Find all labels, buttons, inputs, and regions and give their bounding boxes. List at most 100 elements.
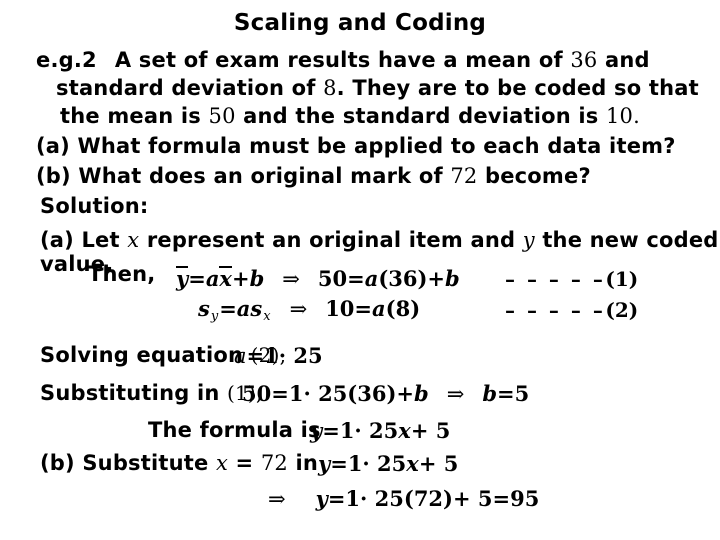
part-b-value-72: 72 [260,451,288,475]
formula-plus-constant: + 5 [410,418,451,443]
eq2-s-y: sy [198,296,219,325]
problem-line3-period: . [633,104,641,128]
formula-expression: y=1· 25x+ 5 [310,420,450,442]
eq1-implies-arrow: ⇒ [282,267,300,291]
eq2-equals: = [219,296,237,321]
part-b-solution-line: (b) Substitute x = 72 in [40,453,318,474]
solution-heading-text: Solution: [40,194,149,218]
part-b-formula-y: y [318,451,331,476]
final-y: y [315,486,328,511]
eq2-s-symbol: s [198,296,210,321]
substituting-equation: 50=1· 25(36)+b ⇒ b=5 [242,383,529,405]
eq1-rhs-plus: + [427,266,446,291]
then-label: Then, [88,264,155,285]
eq1-rhs-equals: = [347,266,365,291]
eq2-rhs-10: 10 [325,296,355,321]
subst-equals: = [271,381,289,406]
substituting-line: Substituting in (1), [40,383,263,404]
question-part-b: (b) What does an original mark of 72 bec… [36,166,591,187]
formula-x: x [398,418,411,443]
eq1-number: (1) [605,267,639,291]
question-part-b-text-b: become? [484,164,591,188]
solution-variable-x: x [127,228,140,252]
eq2-dashes: – – – – – [505,298,606,322]
subst-b-result-value: 5 [514,381,530,406]
part-b-variable-x: x [215,451,229,475]
eq1-rhs-a: a [364,266,379,291]
subst-plus: + [396,381,415,406]
solving-a-value: 1· 25 [264,343,323,368]
part-b-formula-coefficient: 1· 25 [347,451,407,476]
eq2-number: (2) [605,298,639,322]
problem-line1-text-b: and [604,48,650,72]
problem-line-3: the mean is 50 and the standard deviatio… [60,106,640,127]
part-b-in-word: in [295,451,319,475]
final-expression: 1· 25(72) [345,486,453,511]
solution-variable-y: y [522,228,535,252]
problem-line1-text-a: A set of exam results have a mean of [114,48,563,72]
eq1-b: b [249,266,265,291]
problem-sd-value: 8 [323,76,337,100]
eq2-rhs-paren-8: (8) [385,296,421,321]
formula-y: y [310,418,323,443]
eq2-rhs-equals: = [354,296,373,321]
problem-new-mean-value: 50 [208,104,236,128]
formula-label: The formula is [148,420,321,441]
subst-b-result-equals: = [497,381,515,406]
solution-heading: Solution: [40,196,149,217]
eq1-rhs-50: 50 [317,266,348,291]
subst-b-result-symbol: b [482,381,497,406]
eq1-rhs-paren-36: (36) [378,266,428,291]
question-part-b-text-a: (b) What does an original mark of [36,164,443,188]
eq2-implies-arrow: ⇒ [289,297,308,321]
problem-line-2: standard deviation of 8. They are to be … [56,78,699,99]
solution-part-a-text-1: (a) Let [40,228,120,252]
problem-line-1: e.g.2 A set of exam results have a mean o… [36,50,650,71]
equation-2: sy=asx ⇒ 10=a(8) [198,298,420,323]
part-b-formula-equals: = [330,451,348,476]
slide-title-text: Scaling and Coding [233,10,487,36]
solving-equation-label: Solving equation [40,343,244,367]
subst-lhs-50: 50 [242,381,272,406]
eq1-dashes: – – – – – [505,267,606,291]
part-b-formula-plus: + 5 [418,451,459,476]
eq2-s-subscript-x: x [263,309,271,325]
final-answer-value: 95 [510,486,540,511]
final-plus: + 5 [452,486,493,511]
part-b-formula-x: x [406,451,419,476]
final-equals-2: = [492,486,511,511]
eq2-s-subscript-y: y [210,309,219,325]
problem-label: e.g.2 [36,48,97,72]
subst-implies-arrow: ⇒ [446,382,465,406]
question-part-b-mark: 72 [450,164,478,188]
substituting-label: Substituting in [40,381,220,405]
problem-line2-text-a: standard deviation of [56,76,316,100]
eq2-s-symbol-2: s [250,296,263,321]
equation-1-reference: – – – – –(1) [505,269,638,289]
eq1-rhs-b: b [445,266,460,291]
final-answer-line: ⇒ y=1· 25(72)+ 5=95 [268,488,539,510]
eq1-a: a [205,266,220,291]
problem-line2-text-b: . They are to be coded so that [336,76,699,100]
final-equals: = [327,486,346,511]
problem-new-sd-value: 10 [606,104,634,128]
part-b-solution-label: (b) Substitute [40,451,209,475]
solving-equals: = [246,343,265,368]
part-b-equals: = [235,451,254,475]
solution-part-a-line: (a) Let x represent an original item and… [40,230,719,251]
question-part-a-text: (a) What formula must be applied to each… [36,134,676,158]
problem-line3-text-a: the mean is [60,104,201,128]
final-implies-arrow: ⇒ [268,487,286,511]
equation-2-reference: – – – – –(2) [505,300,638,320]
eq2-s-x: sx [250,296,271,325]
question-part-a: (a) What formula must be applied to each… [36,136,676,157]
eq1-plus: + [231,266,250,291]
then-label-text: Then, [88,262,156,286]
subst-value-expr: 1· 25(36) [288,381,397,406]
slide-title: Scaling and Coding [0,12,720,35]
solution-part-a-text-3: the new coded [542,228,719,252]
eq2-rhs-a: a [372,296,386,321]
equation-1: y=ax+b ⇒ 50=a(36)+b [176,266,460,291]
problem-mean-value: 36 [570,48,598,72]
solving-a-symbol: a [234,344,247,368]
